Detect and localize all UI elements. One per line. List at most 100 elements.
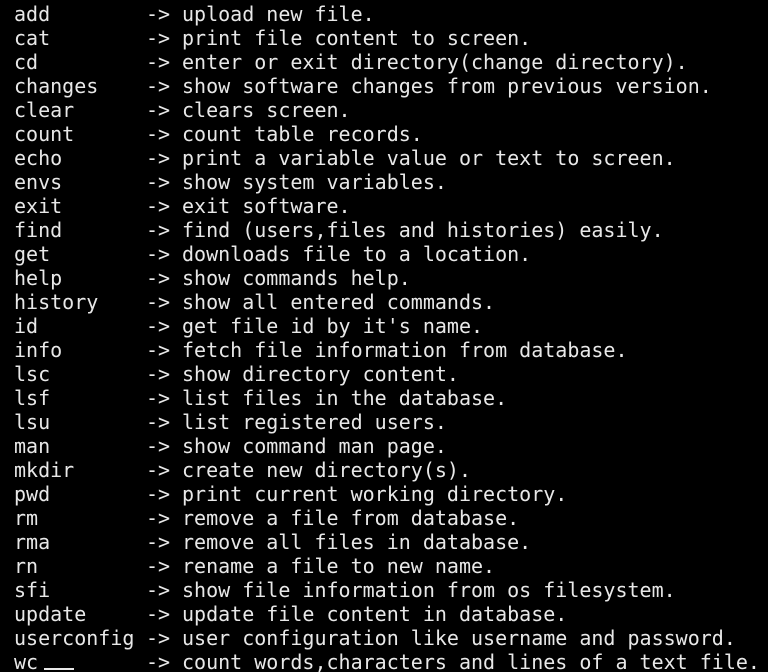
command-description: print a variable value or text to screen… [182, 146, 676, 170]
command-description: count words,characters and lines of a te… [182, 650, 760, 672]
arrow-separator: -> [146, 122, 171, 146]
command-description: count table records. [182, 122, 423, 146]
command-name: lsu [14, 410, 51, 434]
arrow-separator: -> [146, 410, 171, 434]
arrow-separator: -> [146, 290, 171, 314]
arrow-separator: -> [146, 626, 171, 650]
command-name: clear [14, 98, 75, 122]
help-line-cd: cd -> enter or exit directory(change direc… [14, 50, 768, 74]
command-description: show system variables. [182, 170, 447, 194]
command-name: id [14, 314, 39, 338]
command-name: userconfig [14, 626, 135, 650]
help-line-rma: rma -> remove all files in database. [14, 530, 768, 554]
arrow-separator: -> [146, 650, 171, 672]
arrow-separator: -> [146, 362, 171, 386]
help-line-count: count -> count table records. [14, 122, 768, 146]
command-name: lsf [14, 386, 51, 410]
help-line-lsc: lsc -> show directory content. [14, 362, 768, 386]
command-description: enter or exit directory(change directory… [182, 50, 688, 74]
help-line-lsu: lsu -> list registered users. [14, 410, 768, 434]
help-line-info: info -> fetch file information from databa… [14, 338, 768, 362]
command-description: clears screen. [182, 98, 351, 122]
arrow-separator: -> [146, 314, 171, 338]
help-line-changes: changes -> show software changes from prev… [14, 74, 768, 98]
arrow-separator: -> [146, 506, 171, 530]
arrow-separator: -> [146, 146, 171, 170]
arrow-separator: -> [146, 170, 171, 194]
arrow-separator: -> [146, 26, 171, 50]
help-line-history: history -> show all entered commands. [14, 290, 768, 314]
help-line-echo: echo -> print a variable value or text to … [14, 146, 768, 170]
arrow-separator: -> [146, 554, 171, 578]
help-line-envs: envs -> show system variables. [14, 170, 768, 194]
command-name: help [14, 266, 63, 290]
command-name: changes [14, 74, 99, 98]
help-line-update: update -> update file content in database. [14, 602, 768, 626]
help-line-add: add -> upload new file. [14, 2, 768, 26]
arrow-separator: -> [146, 458, 171, 482]
help-line-wc: wc -> count words,characters and lines of … [14, 650, 768, 672]
command-name: rma [14, 530, 51, 554]
text-cursor [44, 668, 74, 670]
help-line-get: get -> downloads file to a location. [14, 242, 768, 266]
command-name: rn [14, 554, 39, 578]
command-name: mkdir [14, 458, 75, 482]
help-line-id: id -> get file id by it's name. [14, 314, 768, 338]
command-description: create new directory(s). [182, 458, 471, 482]
command-description: remove all files in database. [182, 530, 532, 554]
command-description: show all entered commands. [182, 290, 496, 314]
arrow-separator: -> [146, 338, 171, 362]
arrow-separator: -> [146, 74, 171, 98]
help-line-cat: cat -> print file content to screen. [14, 26, 768, 50]
arrow-separator: -> [146, 50, 171, 74]
command-description: show directory content. [182, 362, 459, 386]
command-description: find (users,files and histories) easily. [182, 218, 664, 242]
command-description: list registered users. [182, 410, 447, 434]
help-line-find: find -> find (users,files and histories) e… [14, 218, 768, 242]
command-name: count [14, 122, 75, 146]
command-name: info [14, 338, 63, 362]
command-description: show software changes from previous vers… [182, 74, 712, 98]
arrow-separator: -> [146, 2, 171, 26]
command-name: find [14, 218, 63, 242]
command-description: rename a file to new name. [182, 554, 496, 578]
command-description: update file content in database. [182, 602, 568, 626]
arrow-separator: -> [146, 602, 171, 626]
command-description: remove a file from database. [182, 506, 520, 530]
command-description: exit software. [182, 194, 351, 218]
terminal-output[interactable]: add -> upload new file. cat -> print file con… [0, 0, 768, 672]
command-name: envs [14, 170, 63, 194]
arrow-separator: -> [146, 266, 171, 290]
command-name: echo [14, 146, 63, 170]
command-name: update [14, 602, 87, 626]
command-description: fetch file information from database. [182, 338, 628, 362]
command-name: wc [14, 650, 39, 672]
help-line-exit: exit -> exit software. [14, 194, 768, 218]
help-line-rn: rn -> rename a file to new name. [14, 554, 768, 578]
command-description: show command man page. [182, 434, 447, 458]
command-name: sfi [14, 578, 51, 602]
command-name: add [14, 2, 51, 26]
command-description: print file content to screen. [182, 26, 532, 50]
command-description: show commands help. [182, 266, 411, 290]
help-line-userconfig: userconfig -> user configuration like user… [14, 626, 768, 650]
command-name: get [14, 242, 51, 266]
arrow-separator: -> [146, 98, 171, 122]
command-name: pwd [14, 482, 51, 506]
arrow-separator: -> [146, 218, 171, 242]
command-description: user configuration like username and pas… [182, 626, 736, 650]
command-name: lsc [14, 362, 51, 386]
help-line-help: help -> show commands help. [14, 266, 768, 290]
arrow-separator: -> [146, 578, 171, 602]
command-description: downloads file to a location. [182, 242, 532, 266]
command-name: man [14, 434, 51, 458]
arrow-separator: -> [146, 194, 171, 218]
arrow-separator: -> [146, 482, 171, 506]
command-name: exit [14, 194, 63, 218]
command-name: history [14, 290, 99, 314]
help-line-sfi: sfi -> show file information from os files… [14, 578, 768, 602]
help-line-pwd: pwd -> print current working directory. [14, 482, 768, 506]
command-description: print current working directory. [182, 482, 568, 506]
arrow-separator: -> [146, 386, 171, 410]
command-description: list files in the database. [182, 386, 508, 410]
